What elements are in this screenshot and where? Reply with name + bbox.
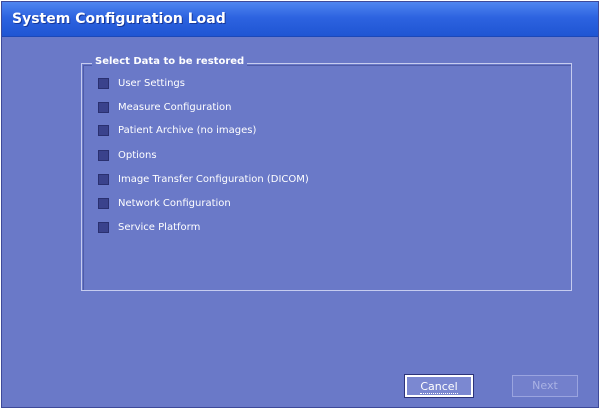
title-bar[interactable]: System Configuration Load <box>2 2 598 37</box>
cancel-button[interactable]: Cancel <box>404 374 474 398</box>
option-network-configuration[interactable]: Network Configuration <box>98 195 231 211</box>
next-button[interactable]: Next <box>512 375 578 397</box>
network-configuration-checkbox[interactable] <box>98 197 109 209</box>
option-label: Options <box>118 149 157 161</box>
option-image-transfer-configuration[interactable]: Image Transfer Configuration (DICOM) <box>98 171 309 187</box>
option-user-settings[interactable]: User Settings <box>98 75 185 91</box>
cancel-button-label: Cancel <box>420 380 458 394</box>
user-settings-checkbox[interactable] <box>98 77 109 89</box>
service-platform-checkbox[interactable] <box>98 221 109 233</box>
option-label: Image Transfer Configuration (DICOM) <box>118 173 309 185</box>
option-measure-configuration[interactable]: Measure Configuration <box>98 99 232 115</box>
image-transfer-configuration-checkbox[interactable] <box>98 173 109 185</box>
groupbox-legend: Select Data to be restored <box>92 56 248 67</box>
restore-data-groupbox: Select Data to be restored User Settings… <box>81 56 572 291</box>
option-options[interactable]: Options <box>98 147 157 163</box>
options-checkbox[interactable] <box>98 149 109 161</box>
option-label: Service Platform <box>118 221 201 233</box>
option-label: Network Configuration <box>118 197 231 209</box>
window-title: System Configuration Load <box>12 11 226 27</box>
option-patient-archive[interactable]: Patient Archive (no images) <box>98 122 256 138</box>
system-configuration-load-dialog: System Configuration Load Select Data to… <box>1 1 599 408</box>
measure-configuration-checkbox[interactable] <box>98 101 109 113</box>
option-service-platform[interactable]: Service Platform <box>98 219 200 235</box>
option-label: Patient Archive (no images) <box>118 124 257 136</box>
next-button-label: Next <box>532 379 558 392</box>
patient-archive-checkbox[interactable] <box>98 124 109 136</box>
option-label: Measure Configuration <box>118 101 232 113</box>
option-label: User Settings <box>118 77 185 89</box>
